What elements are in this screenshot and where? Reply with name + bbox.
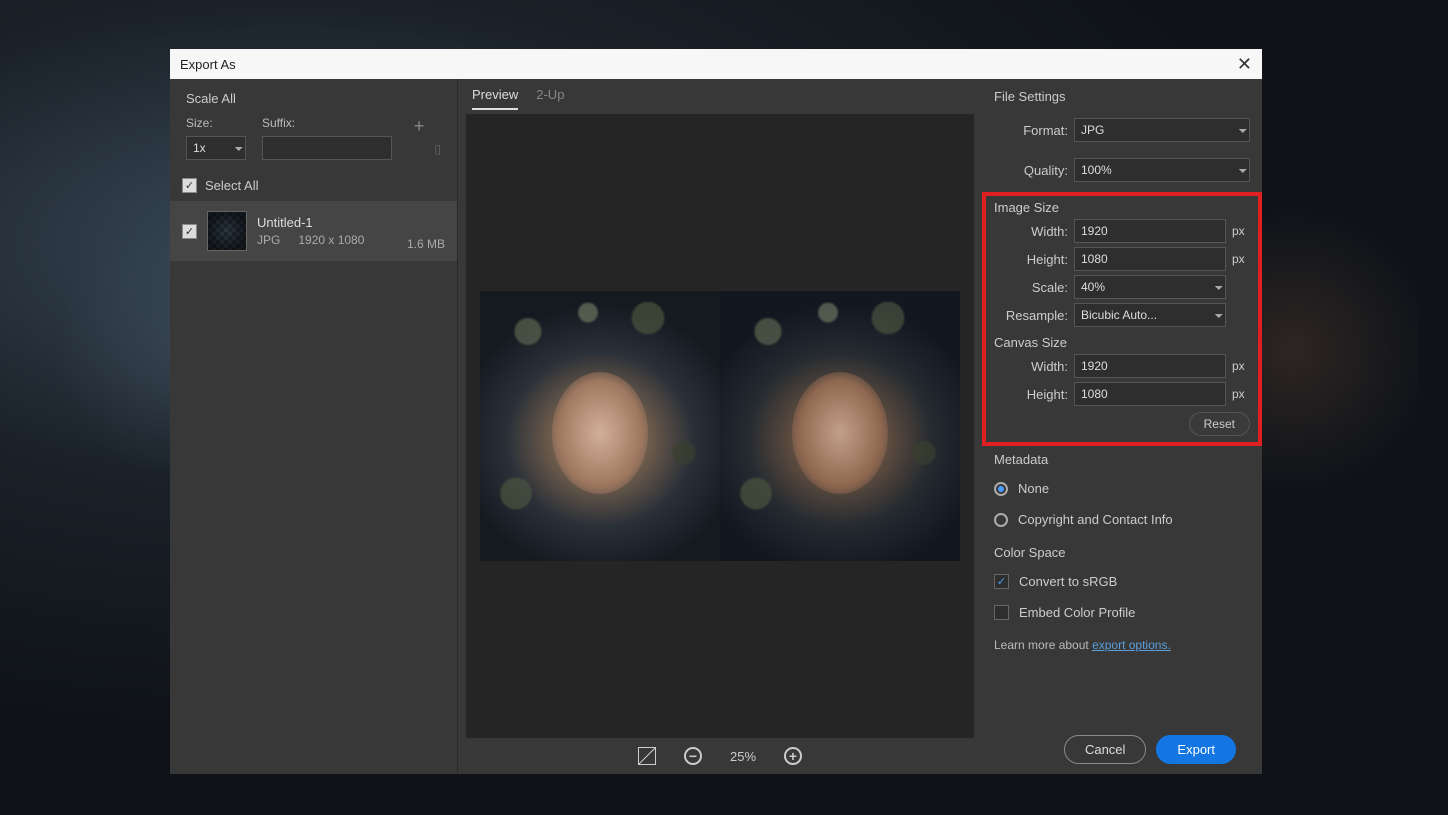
contrast-toggle-icon[interactable] — [638, 747, 656, 765]
cs-height-label: Height: — [994, 387, 1068, 402]
px-unit: px — [1232, 224, 1250, 238]
file-meta: Untitled-1 JPG 1920 x 1080 — [257, 215, 397, 247]
scale-all-heading: Scale All — [170, 79, 457, 116]
size-label: Size: — [186, 116, 246, 130]
scale-select[interactable]: 40% — [1074, 275, 1226, 299]
px-unit: px — [1232, 252, 1250, 266]
preview-image — [480, 291, 960, 561]
image-size-heading: Image Size — [994, 200, 1250, 215]
reset-button[interactable]: Reset — [1189, 412, 1250, 436]
tab-preview[interactable]: Preview — [472, 87, 518, 110]
image-width-input[interactable] — [1074, 219, 1226, 243]
resample-label: Resample: — [994, 308, 1068, 323]
convert-srgb-checkbox[interactable]: ✓ — [994, 574, 1009, 589]
add-icon[interactable]: + — [414, 116, 425, 137]
is-height-label: Height: — [994, 252, 1068, 267]
quality-label: Quality: — [994, 163, 1068, 178]
center-panel: Preview 2-Up − 25% + — [458, 79, 982, 774]
export-as-dialog: Export As ✕ Scale All Size: 1x Suffix: +… — [170, 49, 1262, 774]
suffix-label: Suffix: — [262, 116, 392, 130]
resample-select[interactable]: Bicubic Auto... — [1074, 303, 1226, 327]
select-all-checkbox[interactable]: ✓ — [182, 178, 197, 193]
metadata-heading: Metadata — [994, 452, 1250, 467]
embed-profile-label: Embed Color Profile — [1019, 605, 1135, 620]
px-unit: px — [1232, 387, 1250, 401]
scale-label: Scale: — [994, 280, 1068, 295]
size-select[interactable]: 1x — [186, 136, 246, 160]
file-thumbnail — [207, 211, 247, 251]
file-format: JPG — [257, 233, 280, 247]
image-height-input[interactable] — [1074, 247, 1226, 271]
color-space-heading: Color Space — [994, 545, 1250, 560]
canvas-size-heading: Canvas Size — [994, 335, 1250, 350]
convert-srgb-label: Convert to sRGB — [1019, 574, 1117, 589]
dialog-titlebar: Export As ✕ — [170, 49, 1262, 79]
left-panel: Scale All Size: 1x Suffix: + ▯ ✓ Select — [170, 79, 458, 774]
file-checkbox[interactable]: ✓ — [182, 224, 197, 239]
file-dimensions: 1920 x 1080 — [298, 233, 364, 247]
right-panel: File Settings Format: JPG Quality: 100% … — [982, 79, 1262, 774]
export-button[interactable]: Export — [1156, 735, 1236, 764]
select-all-label: Select All — [205, 178, 258, 193]
canvas-height-input[interactable] — [1074, 382, 1226, 406]
suffix-input[interactable] — [262, 136, 392, 160]
zoom-bar: − 25% + — [466, 738, 974, 774]
cancel-button[interactable]: Cancel — [1064, 735, 1146, 764]
format-label: Format: — [994, 123, 1068, 138]
format-select[interactable]: JPG — [1074, 118, 1250, 142]
zoom-out-icon[interactable]: − — [684, 747, 702, 765]
dialog-footer: Cancel Export — [994, 725, 1250, 764]
preview-tabs: Preview 2-Up — [466, 79, 974, 110]
highlighted-size-region: Image Size Width: px Height: px Scale: 4… — [984, 194, 1260, 444]
cs-width-label: Width: — [994, 359, 1068, 374]
metadata-none-label: None — [1018, 481, 1049, 496]
preview-area[interactable] — [466, 114, 974, 738]
metadata-copyright-label: Copyright and Contact Info — [1018, 512, 1173, 527]
quality-select[interactable]: 100% — [1074, 158, 1250, 182]
metadata-copyright-radio[interactable] — [994, 513, 1008, 527]
file-list-item[interactable]: ✓ Untitled-1 JPG 1920 x 1080 1.6 MB — [170, 201, 457, 261]
export-options-link[interactable]: export options. — [1092, 638, 1171, 652]
learn-more-text: Learn more about export options. — [994, 638, 1250, 652]
dialog-body: Scale All Size: 1x Suffix: + ▯ ✓ Select — [170, 79, 1262, 774]
select-all-row: ✓ Select All — [170, 170, 457, 201]
metadata-none-radio[interactable] — [994, 482, 1008, 496]
trash-icon[interactable]: ▯ — [434, 142, 441, 156]
tab-2up[interactable]: 2-Up — [536, 87, 564, 110]
zoom-level: 25% — [730, 749, 756, 764]
px-unit: px — [1232, 359, 1250, 373]
dialog-title: Export As — [180, 57, 236, 72]
scale-row: Size: 1x Suffix: + ▯ — [170, 116, 457, 170]
close-icon[interactable]: ✕ — [1237, 54, 1252, 75]
canvas-width-input[interactable] — [1074, 354, 1226, 378]
file-settings-heading: File Settings — [994, 89, 1250, 104]
zoom-in-icon[interactable]: + — [784, 747, 802, 765]
file-size: 1.6 MB — [407, 237, 445, 251]
is-width-label: Width: — [994, 224, 1068, 239]
file-name: Untitled-1 — [257, 215, 397, 230]
embed-profile-checkbox[interactable] — [994, 605, 1009, 620]
